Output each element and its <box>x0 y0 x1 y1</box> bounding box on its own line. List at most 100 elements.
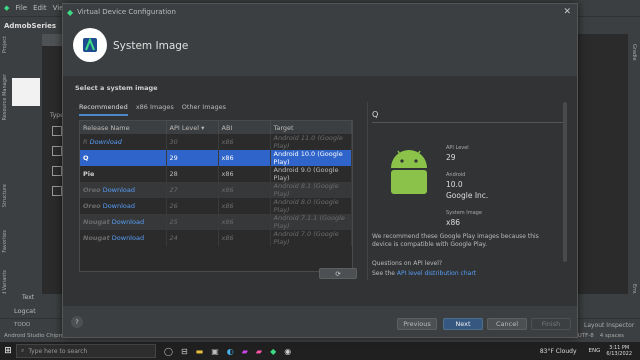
next-button[interactable]: Next <box>443 318 483 330</box>
table-row[interactable]: Oreo Download 26 x86 Android 8.0 (Google… <box>80 198 352 214</box>
target: Android 7.0 (Google Play) <box>270 230 352 246</box>
table-row[interactable]: Nougat Download 24 x86 Android 7.0 (Goog… <box>80 230 352 246</box>
col-target[interactable]: Target <box>270 121 352 134</box>
premiere-icon[interactable]: ▰ <box>242 347 248 356</box>
detail-scrollbar[interactable] <box>563 102 567 262</box>
target: Android 11.0 (Google Play) <box>270 134 352 150</box>
release-name: Nougat <box>83 234 110 242</box>
language[interactable]: ENG <box>589 348 601 354</box>
col-api-level[interactable]: API Level ▾ <box>166 121 219 134</box>
android-robot-icon <box>391 150 427 194</box>
vendor: Google Inc. <box>446 191 489 200</box>
abi: x86 <box>218 214 271 230</box>
download-link[interactable]: Download <box>103 186 135 194</box>
indent[interactable]: 4 spaces <box>600 333 624 339</box>
logcat-tab[interactable]: Logcat <box>14 307 36 315</box>
encoding[interactable]: UTF-8 <box>578 333 594 339</box>
tool-structure[interactable]: Structure <box>2 184 8 207</box>
android-studio-icon: ◆ <box>67 7 74 17</box>
search-icon: ⌕ <box>21 347 25 354</box>
dialog-footer: ? Previous Next Cancel Finish <box>63 306 577 337</box>
tool-gradle[interactable]: Gradle <box>631 44 637 61</box>
app-icon[interactable]: ▰ <box>256 347 262 356</box>
android-studio-taskbar-icon[interactable]: ◆ <box>270 347 276 356</box>
text-tab[interactable]: Text <box>22 294 34 301</box>
chrome-icon[interactable]: ◉ <box>284 347 291 356</box>
abi: x86 <box>218 182 271 198</box>
finish-button[interactable]: Finish <box>531 318 571 330</box>
system-image-label: System Image <box>446 210 482 216</box>
api-level: 26 <box>166 198 219 214</box>
dialog-body: Select a system image Recommended x86 Im… <box>63 76 577 306</box>
download-link[interactable]: Download <box>112 234 144 242</box>
search-placeholder: Type here to search <box>28 347 88 355</box>
table-row[interactable]: Nougat Download 25 x86 Android 7.1.1 (Go… <box>80 214 352 230</box>
dialog-title: Virtual Device Configuration <box>77 8 176 16</box>
android-label: Android <box>446 172 466 178</box>
api-level-label: API Level <box>446 145 469 151</box>
tab-other-images[interactable]: Other Images <box>182 103 226 116</box>
target: Android 8.1 (Google Play) <box>270 182 352 198</box>
widgets-icon[interactable]: ⊟ <box>181 347 188 356</box>
tab-recommended[interactable]: Recommended <box>79 103 128 116</box>
api-level: 28 <box>166 166 219 182</box>
todo-tab[interactable]: TODO <box>14 322 30 328</box>
layout-inspector-tab[interactable]: Layout Inspector <box>584 322 634 329</box>
clock[interactable]: 3:11 PM 6/13/2022 <box>606 345 632 357</box>
tool-project[interactable]: Project <box>2 36 8 53</box>
dialog-header: System Image <box>63 20 577 76</box>
layout-icon[interactable] <box>52 126 62 136</box>
help-button[interactable]: ? <box>71 316 83 328</box>
system-image-value: x86 <box>446 218 460 227</box>
api-level: 27 <box>166 182 219 198</box>
store-icon[interactable]: ▣ <box>211 347 219 356</box>
api-level: 25 <box>166 214 219 230</box>
close-icon[interactable]: ✕ <box>563 7 571 17</box>
right-tool-strip: Gradle Emulator <box>628 34 640 318</box>
device-preview-icon <box>12 78 40 106</box>
table-row[interactable]: Oreo Download 27 x86 Android 8.1 (Google… <box>80 182 352 198</box>
menu-edit[interactable]: Edit <box>33 4 47 12</box>
layout-icon[interactable] <box>52 186 62 196</box>
api-level-value: 29 <box>446 153 456 162</box>
question-text: Questions on API level? <box>372 260 443 267</box>
target: Android 10.0 (Google Play) <box>270 150 352 166</box>
file-explorer-icon[interactable]: ▬ <box>196 347 204 356</box>
layout-icon[interactable] <box>52 166 62 176</box>
tool-favorites[interactable]: Favorites <box>2 230 8 253</box>
abi: x86 <box>218 198 271 214</box>
left-tool-strip: Project Resource Manager Structure Favor… <box>0 34 10 318</box>
task-view-icon[interactable]: ◯ <box>164 347 173 356</box>
windows-start-icon[interactable]: ⊞ <box>0 342 16 360</box>
layout-icon[interactable] <box>52 146 62 156</box>
tab-x86-images[interactable]: x86 Images <box>136 103 174 116</box>
project-name[interactable]: AdmobSeries <box>4 22 56 30</box>
edge-icon[interactable]: ◐ <box>227 347 234 356</box>
release-name: Pie <box>83 170 95 178</box>
menu-file[interactable]: File <box>15 4 27 12</box>
target: Android 7.1.1 (Google Play) <box>270 214 352 230</box>
detail-title: Q <box>372 110 379 119</box>
project-panel: Type <box>10 34 64 294</box>
cancel-button[interactable]: Cancel <box>487 318 527 330</box>
table-row[interactable]: Pie 28 x86 Android 9.0 (Google Play) <box>80 166 352 182</box>
previous-button[interactable]: Previous <box>397 318 437 330</box>
table-row[interactable]: R Download 30 x86 Android 11.0 (Google P… <box>80 134 352 150</box>
android-studio-icon: ◆ <box>4 4 10 12</box>
recommend-text: We recommend these Google Play images be… <box>372 233 539 248</box>
table-row-selected[interactable]: Q 29 x86 Android 10.0 (Google Play) <box>80 150 352 166</box>
refresh-button[interactable]: ⟳ <box>319 268 357 279</box>
taskbar-search[interactable]: ⌕ Type here to search <box>16 344 156 358</box>
abi: x86 <box>218 150 271 166</box>
download-link[interactable]: Download <box>103 202 135 210</box>
col-abi[interactable]: ABI <box>218 121 271 134</box>
download-link[interactable]: Download <box>90 138 122 146</box>
dialog-titlebar: ◆ Virtual Device Configuration ✕ <box>63 4 577 20</box>
weather[interactable]: 83°F Cloudy <box>540 348 577 355</box>
tool-resource-manager[interactable]: Resource Manager <box>2 74 8 120</box>
virtual-device-dialog: ◆ Virtual Device Configuration ✕ System … <box>62 3 578 338</box>
col-release-name[interactable]: Release Name <box>80 121 167 134</box>
api-distribution-link[interactable]: API level distribution chart <box>397 270 476 277</box>
download-link[interactable]: Download <box>112 218 144 226</box>
abi: x86 <box>218 134 271 150</box>
